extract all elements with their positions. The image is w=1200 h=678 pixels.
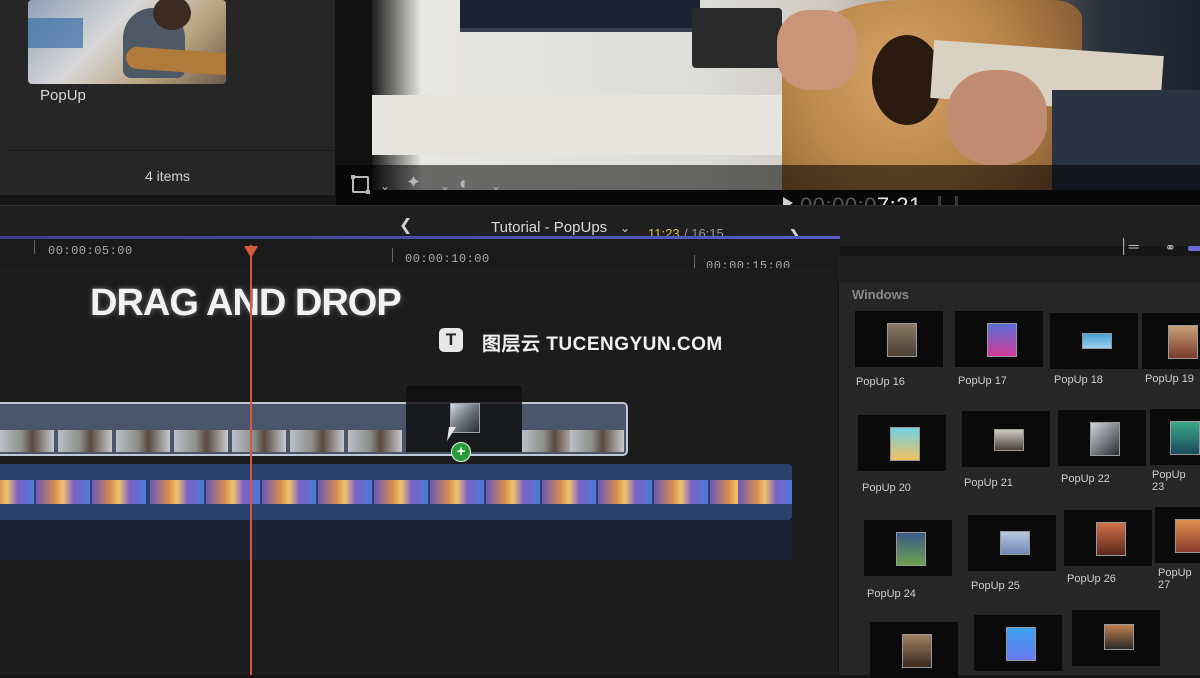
- window-tile[interactable]: [1072, 610, 1160, 666]
- transform-icon[interactable]: [351, 175, 370, 194]
- window-tile[interactable]: [1142, 313, 1200, 369]
- window-label: PopUp 17: [958, 375, 1007, 387]
- window-label: PopUp 23: [1152, 469, 1186, 493]
- connected-clip[interactable]: [0, 402, 628, 456]
- windows-topbar: [838, 256, 1200, 282]
- divider: [6, 150, 334, 151]
- window-tile[interactable]: [855, 311, 943, 367]
- viewer-image: [372, 0, 1200, 190]
- primary-storyline-clip[interactable]: [0, 464, 792, 520]
- chevron-down-icon[interactable]: ⌄: [620, 221, 630, 235]
- skimming-icon[interactable]: │═: [1120, 238, 1139, 254]
- window-label: PopUp 24: [867, 588, 916, 600]
- chevron-down-icon[interactable]: ⌄: [380, 177, 390, 195]
- window-tile[interactable]: [1155, 507, 1200, 563]
- windows-title: Windows: [852, 287, 909, 302]
- watermark-logo: T: [439, 328, 463, 352]
- window-label: PopUp 26: [1067, 573, 1116, 585]
- window-label: PopUp 20: [862, 482, 911, 494]
- window-tile[interactable]: [858, 415, 946, 471]
- window-label: PopUp 22: [1061, 473, 1110, 485]
- window-tile[interactable]: [955, 311, 1043, 367]
- window-label: PopUp 27: [1158, 567, 1192, 591]
- clip-name[interactable]: PopUp: [40, 87, 86, 104]
- ruler-tick: [34, 240, 35, 254]
- chevron-down-icon[interactable]: ⌄: [491, 177, 501, 195]
- window-tile[interactable]: [974, 615, 1062, 671]
- add-icon: +: [451, 442, 471, 462]
- audio-skimming-icon[interactable]: ⚭: [1165, 240, 1176, 256]
- title-overlay: DRAG AND DROP: [90, 282, 402, 324]
- window-label: PopUp 25: [971, 580, 1020, 592]
- window-label: PopUp 18: [1054, 374, 1103, 386]
- clip-thumbnail[interactable]: [28, 0, 226, 84]
- enhance-wand-icon[interactable]: ✦: [406, 173, 421, 191]
- window-tile[interactable]: [1058, 410, 1146, 466]
- window-label: PopUp 19: [1145, 373, 1194, 385]
- watermark-text: 图层云 TUCENGYUN.COM: [482, 334, 723, 355]
- window-tile[interactable]: [1050, 313, 1138, 369]
- retime-icon[interactable]: ◐: [459, 174, 470, 192]
- window-tile[interactable]: [968, 515, 1056, 571]
- window-tile[interactable]: [962, 411, 1050, 467]
- window-tile[interactable]: [870, 622, 958, 678]
- back-arrow-icon[interactable]: ❮: [399, 215, 412, 235]
- ruler-tick: [694, 255, 695, 269]
- ruler-tick: [392, 248, 393, 262]
- chevron-down-icon[interactable]: ⌄: [440, 177, 450, 195]
- window-tile[interactable]: [864, 520, 952, 576]
- playhead[interactable]: [250, 245, 252, 675]
- window-label: PopUp 16: [856, 376, 905, 388]
- storyline-shadow: [0, 520, 792, 560]
- window-label: PopUp 21: [964, 477, 1013, 489]
- ruler-label: 00:00:05:00: [48, 244, 133, 258]
- playhead-handle[interactable]: [244, 246, 258, 258]
- item-count: 4 items: [144, 168, 191, 184]
- zoom-meter[interactable]: [1188, 246, 1200, 251]
- range-bar: [0, 236, 840, 239]
- project-title[interactable]: Tutorial - PopUps: [491, 219, 607, 236]
- window-tile[interactable]: [1150, 409, 1200, 465]
- window-tile[interactable]: [1064, 510, 1152, 566]
- ruler-label: 00:00:10:00: [405, 252, 490, 266]
